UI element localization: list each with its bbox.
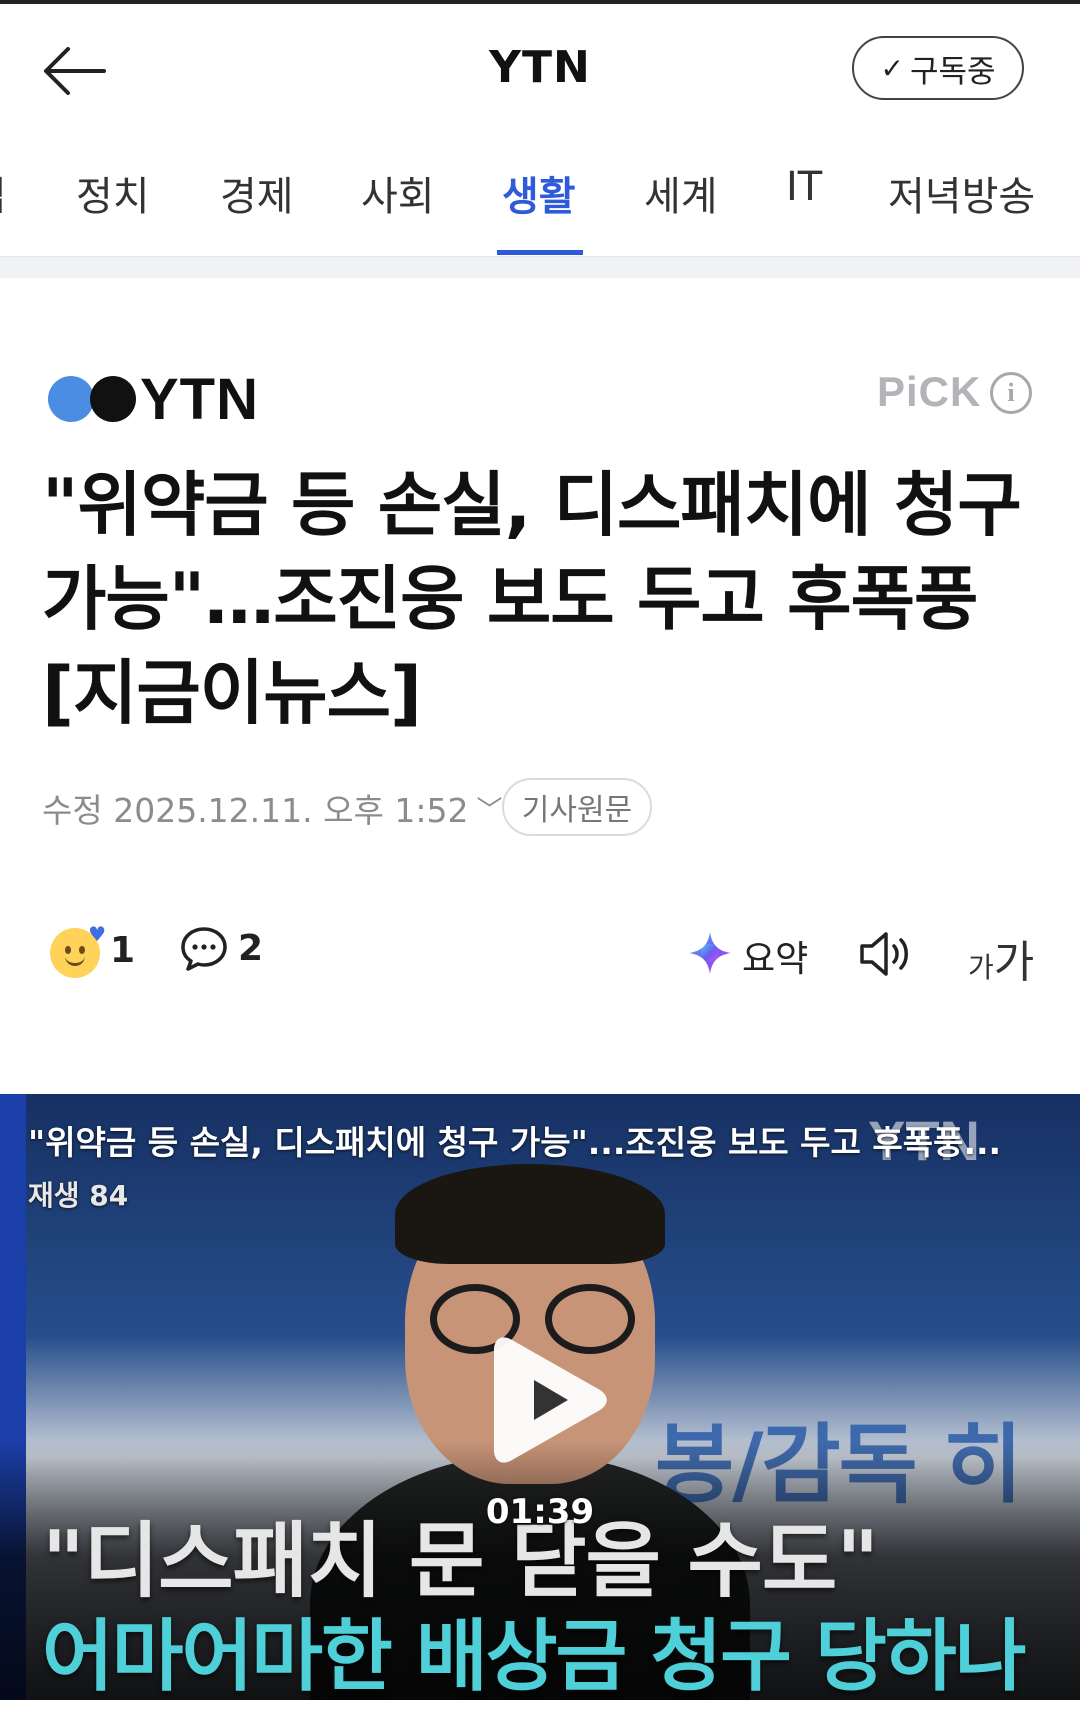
font-size-big-label: 가 <box>993 937 1035 988</box>
reaction-smile-icon[interactable]: ♥ <box>50 922 106 978</box>
chevron-down-icon: ﹀ <box>476 795 503 826</box>
video-duration: 01:39 <box>485 1492 595 1532</box>
subscribe-button[interactable]: ✓ 구독중 <box>852 36 1024 100</box>
tab-world[interactable]: 세계 <box>644 164 718 222</box>
speaker-icon[interactable] <box>858 930 916 978</box>
ai-summary-icon[interactable] <box>687 930 733 976</box>
reaction-eye <box>65 946 71 954</box>
logo-dot-blue <box>48 376 94 422</box>
font-size-small-label: 가 <box>968 951 994 984</box>
reaction-eye <box>79 946 85 954</box>
active-tab-indicator <box>497 250 583 255</box>
info-icon[interactable]: i <box>990 372 1032 414</box>
section-divider <box>0 256 1080 278</box>
tab-society[interactable]: 사회 <box>361 164 435 222</box>
article-headline: "위약금 등 손실, 디스패치에 청구 가능"…조진웅 보도 두고 후폭풍 [지… <box>42 464 1022 734</box>
category-tabs: 집 정치 경제 사회 생활 세계 IT 저녁방송 <box>0 134 1080 256</box>
comment-icon[interactable] <box>180 926 228 972</box>
person-hair <box>395 1164 665 1264</box>
summary-label[interactable]: 요약 <box>742 930 808 982</box>
logo-dot-black <box>90 376 136 422</box>
tab-evening-broadcast[interactable]: 저녁방송 <box>888 164 1035 222</box>
video-player[interactable]: 봉/감독 히 YTN "위약금 등 손실, 디스패치에 청구 가능"...조진웅… <box>0 1094 1080 1700</box>
video-view-count: 재생 84 <box>28 1179 129 1212</box>
modified-timestamp: 수정 2025.12.11. 오후 1:52 <box>42 791 469 830</box>
tab-politics[interactable]: 정치 <box>76 164 150 222</box>
subscribe-label: 구독중 <box>909 53 996 90</box>
reaction-mouth <box>65 956 85 966</box>
video-caption-line2: 어마어마한 배상금 청구 당하나 <box>42 1612 1026 1700</box>
tab-life[interactable]: 생활 <box>502 164 576 222</box>
tab-partial[interactable]: 집 <box>0 164 7 222</box>
app-header: YTN ✓ 구독중 <box>0 4 1080 134</box>
press-logo[interactable]: YTN <box>48 367 259 432</box>
original-article-button[interactable]: 기사원문 <box>502 778 652 836</box>
pick-badge: PiCK <box>877 368 982 415</box>
tab-economy[interactable]: 경제 <box>220 164 294 222</box>
font-size-button[interactable]: 가가 <box>968 926 1034 990</box>
article-meta[interactable]: 수정 2025.12.11. 오후 1:52 ﹀ <box>42 778 502 838</box>
check-icon: ✓ <box>880 51 904 85</box>
press-name: YTN <box>140 366 259 432</box>
comment-count: 2 <box>238 928 264 969</box>
play-icon[interactable] <box>490 1330 610 1470</box>
tab-it[interactable]: IT <box>786 164 822 210</box>
heart-icon: ♥ <box>88 922 106 946</box>
article-actions: ♥ 1 2 요약 가가 <box>0 920 1080 990</box>
reaction-count: 1 <box>110 930 136 971</box>
video-title: "위약금 등 손실, 디스패치에 청구 가능"...조진웅 보도 두고 후폭풍.… <box>28 1123 1002 1162</box>
